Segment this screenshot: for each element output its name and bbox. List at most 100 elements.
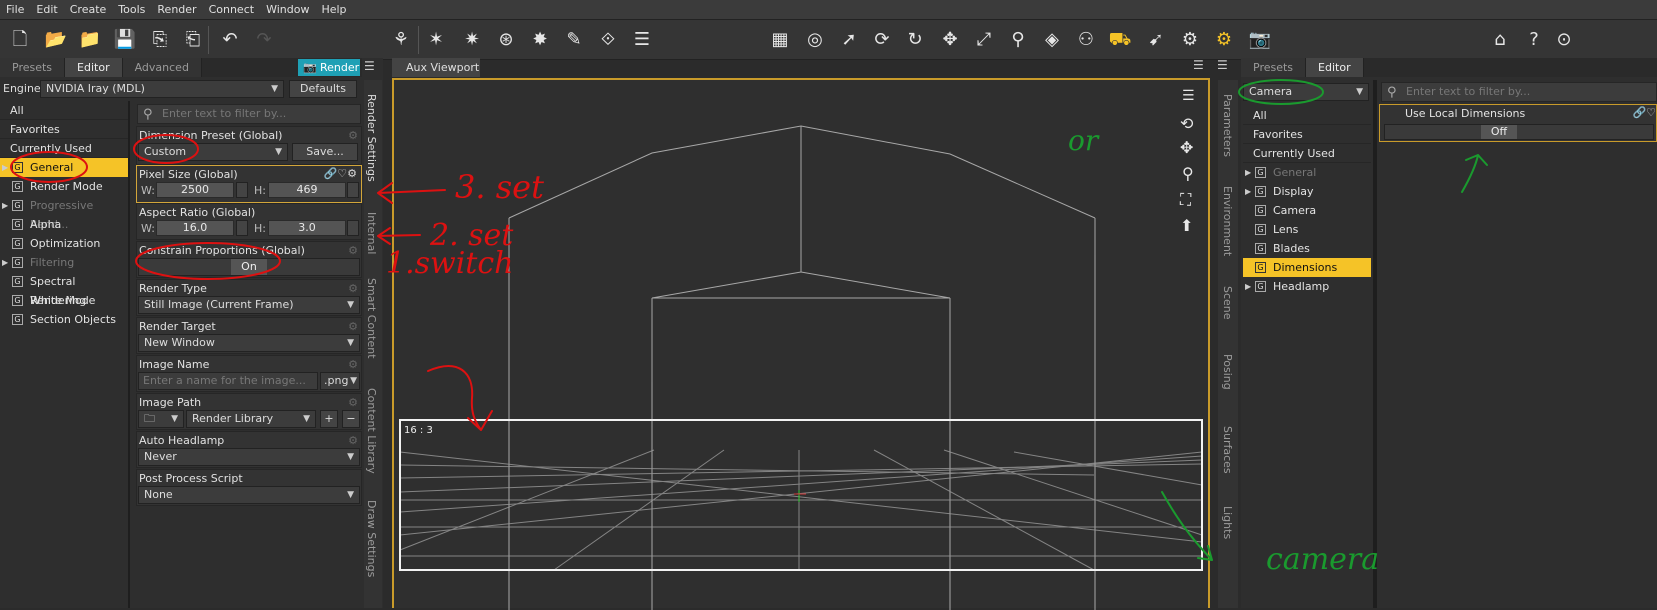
export-icon[interactable]: ⎗ — [181, 28, 205, 52]
right-group-lens[interactable]: G Lens — [1243, 220, 1371, 239]
menu-create[interactable]: Create — [64, 3, 113, 16]
help-icon[interactable]: ? — [1522, 28, 1546, 52]
vtab-lights[interactable]: Lights — [1221, 506, 1234, 539]
gear-icon[interactable]: ⚙ — [348, 129, 358, 142]
lock-heart-gear-icons[interactable]: 🔗♡⚙ — [324, 167, 357, 180]
lock-heart-icons[interactable]: 🔗♡ — [1632, 106, 1656, 119]
gear-icon[interactable]: ⚙ — [348, 244, 358, 257]
right-group-blades[interactable]: G Blades — [1243, 239, 1371, 258]
universal-tool-icon[interactable]: ⟳ — [870, 28, 894, 52]
render-settings-icon[interactable]: ⚙ — [1178, 28, 1202, 52]
image-path-browser[interactable]: 🗀 ▼ — [138, 410, 184, 428]
pixel-width-field[interactable]: 2500 — [156, 182, 234, 198]
filter-input[interactable]: ⚲ Enter text to filter by... — [137, 104, 361, 124]
aux-viewport[interactable]: 16 : 3 ☰ ⟲ ✥ ⚲ ⛶ ⬆ — [392, 78, 1210, 610]
orbit-icon[interactable]: ⟲ — [1180, 114, 1193, 133]
tab-aux-viewport[interactable]: Aux Viewport — [392, 58, 480, 77]
left-group-white-mode[interactable]: G White Mode — [0, 291, 128, 310]
use-local-toggle[interactable]: Off — [1384, 124, 1654, 140]
zoom-icon[interactable]: ⚲ — [1182, 164, 1194, 183]
spot-render-icon[interactable]: ➹ — [1144, 28, 1168, 52]
auto-headlamp-dropdown[interactable]: Never ▼ — [138, 448, 360, 466]
left-group-optimization[interactable]: G Optimization — [0, 234, 128, 253]
undo-icon[interactable]: ↶ — [218, 28, 242, 52]
right-group-general[interactable]: ▶ G General — [1243, 163, 1371, 182]
right-group-currently-used[interactable]: Currently Used — [1243, 144, 1371, 163]
add-path-button[interactable]: + — [320, 410, 338, 428]
image-name-input[interactable]: Enter a name for the image... — [138, 372, 318, 390]
expand-arrow-icon[interactable]: ▶ — [1245, 182, 1251, 201]
tab-advanced[interactable]: Advanced — [122, 58, 202, 77]
image-format-dropdown[interactable]: .png ▼ — [320, 372, 360, 390]
right-group-display[interactable]: ▶ G Display — [1243, 182, 1371, 201]
aspect-width-slider[interactable] — [236, 220, 248, 236]
menu-help[interactable]: Help — [315, 3, 352, 16]
scale-icon[interactable]: ⤢ — [972, 28, 996, 52]
expand-arrow-icon[interactable]: ▶ — [1245, 163, 1251, 182]
right-group-headlamp[interactable]: ▶ G Headlamp — [1243, 277, 1371, 296]
node-dropdown[interactable]: Camera ▼ — [1243, 83, 1369, 101]
translate-icon[interactable]: ✥ — [938, 28, 962, 52]
right-pane-menu-icon[interactable]: ☰ — [1217, 58, 1228, 72]
expand-arrow-icon[interactable]: ▶ — [2, 196, 8, 215]
vtab-render-settings[interactable]: Render Settings — [365, 94, 378, 182]
render-type-dropdown[interactable]: Still Image (Current Frame) ▼ — [138, 296, 360, 314]
pane-menu-icon[interactable]: ☰ — [364, 59, 375, 73]
right-filter-input[interactable]: ⚲ Enter text to filter by... — [1381, 82, 1657, 102]
node-select-icon[interactable]: ◎ — [803, 28, 827, 52]
dimension-preset-dropdown[interactable]: Custom ▼ — [138, 143, 288, 161]
vtab-posing[interactable]: Posing — [1221, 354, 1234, 390]
more-icon[interactable]: ⊙ — [1552, 28, 1576, 52]
render-icon[interactable]: ⚙ — [1212, 28, 1236, 52]
expand-arrow-icon[interactable]: ▶ — [2, 158, 8, 177]
tab-presets[interactable]: Presets — [0, 58, 66, 77]
tab-presets-right[interactable]: Presets — [1241, 58, 1307, 77]
aspect-width-field[interactable]: 16.0 — [156, 220, 234, 236]
expand-arrow-icon[interactable]: ▶ — [2, 253, 8, 272]
gear-icon[interactable]: ⚙ — [348, 282, 358, 295]
viewport-menu-icon[interactable]: ☰ — [1193, 58, 1204, 72]
left-group-favorites[interactable]: Favorites — [0, 120, 128, 139]
right-group-all[interactable]: All — [1243, 106, 1371, 125]
tab-editor[interactable]: Editor — [65, 58, 123, 77]
gear-icon[interactable]: ⚙ — [348, 396, 358, 409]
constrain-toggle[interactable]: On — [138, 258, 360, 276]
left-group-alpha[interactable]: G Alpha — [0, 215, 128, 234]
gear-icon[interactable]: ⚙ — [348, 358, 358, 371]
vtab-surfaces[interactable]: Surfaces — [1221, 426, 1234, 474]
menu-tools[interactable]: Tools — [112, 3, 151, 16]
engine-dropdown[interactable]: NVIDIA Iray (MDL) ▼ — [40, 80, 284, 98]
left-group-section-objects[interactable]: G Section Objects — [0, 310, 128, 329]
pointer-icon[interactable]: ➚ — [837, 28, 861, 52]
surface-selection-icon[interactable]: ◈ — [1040, 28, 1064, 52]
right-group-dimensions[interactable]: G Dimensions — [1243, 258, 1371, 277]
rotate-icon[interactable]: ↻ — [903, 28, 927, 52]
post-process-dropdown[interactable]: None ▼ — [138, 486, 360, 504]
viewport-options-icon[interactable]: ☰ — [1182, 88, 1195, 104]
gear-icon[interactable]: ⚙ — [348, 434, 358, 447]
left-group-filtering[interactable]: ▶ G Filtering — [0, 253, 128, 272]
vtab-environment[interactable]: Environment — [1221, 186, 1234, 256]
right-group-camera[interactable]: G Camera — [1243, 201, 1371, 220]
spot-light-icon[interactable]: ✷ — [460, 28, 484, 52]
vtab-content-library[interactable]: Content Library — [365, 388, 378, 474]
point-light-icon[interactable]: ✸ — [528, 28, 552, 52]
render-camera-icon[interactable]: ⛟ — [1108, 28, 1132, 52]
right-group-favorites[interactable]: Favorites — [1243, 125, 1371, 144]
pan-icon[interactable]: ✥ — [1180, 138, 1193, 157]
vtab-internal[interactable]: Internal — [365, 212, 378, 254]
vtab-scene[interactable]: Scene — [1221, 286, 1234, 320]
posing-icon[interactable]: ⚇ — [1074, 28, 1098, 52]
redo-icon[interactable]: ↷ — [252, 28, 276, 52]
aspect-height-slider[interactable] — [347, 220, 359, 236]
left-group-spectral-rendering[interactable]: G Spectral Rendering — [0, 272, 128, 307]
save-preset-button[interactable]: Save... — [292, 143, 358, 161]
left-group-render-mode[interactable]: G Render Mode — [0, 177, 128, 196]
pixel-width-slider[interactable] — [236, 182, 248, 198]
ds-home-icon[interactable]: ⌂ — [1488, 28, 1512, 52]
open-icon[interactable]: 📂 — [44, 28, 68, 52]
aim-icon[interactable]: ⬆ — [1180, 216, 1193, 235]
menu-edit[interactable]: Edit — [30, 3, 63, 16]
frame-icon[interactable]: ⛶ — [1180, 190, 1191, 210]
figure-tool-icon[interactable]: ⚘ — [389, 28, 413, 52]
